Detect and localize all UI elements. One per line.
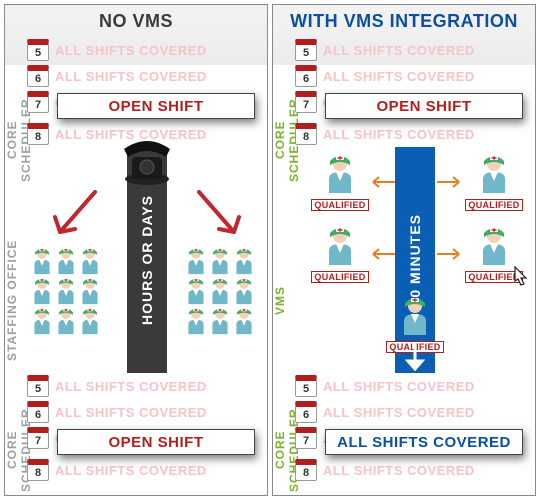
nurse-icon xyxy=(478,155,510,193)
schedule-row: 6 ALL SHIFTS COVERED xyxy=(27,63,261,89)
row-text: ALL SHIFTS COVERED xyxy=(55,405,207,420)
schedule-row: 8 ALL SHIFTS COVERED xyxy=(295,457,529,483)
nurse-icon xyxy=(185,247,207,275)
schedule-row: 5 ALL SHIFTS COVERED xyxy=(27,37,261,63)
orange-arrow-icon xyxy=(435,175,465,189)
nurse-icon xyxy=(55,247,77,275)
qualified-candidate-selected[interactable]: QUALIFIED xyxy=(459,227,529,285)
nurse-icon xyxy=(233,307,255,335)
nurse-icon xyxy=(55,307,77,335)
calendar-icon: 5 xyxy=(27,39,49,61)
nurse-group-right xyxy=(185,247,263,335)
red-arrow-icon xyxy=(45,187,105,247)
qualified-candidate: QUALIFIED xyxy=(459,155,529,213)
row-text: ALL SHIFTS COVERED xyxy=(323,405,475,420)
side-label-vms: VMS xyxy=(273,225,287,375)
row-text: ALL SHIFTS COVERED xyxy=(55,463,207,478)
orange-arrow-icon xyxy=(367,247,397,261)
calendar-icon: 8 xyxy=(27,459,49,481)
left-mid: HOURS OR DAYS xyxy=(27,147,267,373)
nurse-icon xyxy=(233,247,255,275)
white-down-arrow-icon xyxy=(405,347,425,371)
left-rows-top: 5ALL SHIFTS COVERED 6ALL SHIFTS COVERED … xyxy=(27,37,261,147)
panel-no-vms: NO VMS CORE SCHEDULER STAFFING OFFICE CO… xyxy=(4,4,268,496)
calendar-icon: 5 xyxy=(295,39,317,61)
right-rows-top: 5ALL SHIFTS COVERED 6ALL SHIFTS COVERED … xyxy=(295,37,529,147)
schedule-row: 5 ALL SHIFTS COVERED xyxy=(295,37,529,63)
nurse-icon xyxy=(209,247,231,275)
nurse-icon xyxy=(31,247,53,275)
qualified-candidate: QUALIFIED xyxy=(305,227,375,285)
nurse-icon xyxy=(209,307,231,335)
nurse-icon xyxy=(31,307,53,335)
calendar-icon: 7 xyxy=(27,91,49,113)
calendar-icon: 6 xyxy=(27,65,49,87)
right-rows-bot: 5ALL SHIFTS COVERED 6ALL SHIFTS COVERED … xyxy=(295,373,529,483)
qualified-label: QUALIFIED xyxy=(465,199,522,211)
side-label-staffing-office: STAFFING OFFICE xyxy=(5,225,19,375)
nurse-icon xyxy=(233,277,255,305)
qualified-label: QUALIFIED xyxy=(311,199,368,211)
nurse-icon xyxy=(79,277,101,305)
row-text: ALL SHIFTS COVERED xyxy=(55,69,207,84)
nurse-icon xyxy=(324,155,356,193)
orange-arrow-icon xyxy=(367,175,397,189)
calendar-icon: 7 xyxy=(295,427,317,449)
calendar-icon: 6 xyxy=(295,65,317,87)
nurse-icon xyxy=(79,307,101,335)
phone-icon xyxy=(120,139,174,187)
red-arrow-icon xyxy=(189,187,249,247)
schedule-row: 5 ALL SHIFTS COVERED xyxy=(27,373,261,399)
left-rows-bot: 5ALL SHIFTS COVERED 6ALL SHIFTS COVERED … xyxy=(27,373,261,483)
row-text: ALL SHIFTS COVERED xyxy=(323,127,475,142)
open-shift-callout: OPEN SHIFT xyxy=(57,93,255,119)
all-shifts-covered-callout: ALL SHIFTS COVERED xyxy=(325,429,523,455)
nurse-icon xyxy=(209,277,231,305)
calendar-icon: 5 xyxy=(295,375,317,397)
schedule-row: 8 ALL SHIFTS COVERED xyxy=(295,121,529,147)
calendar-icon: 8 xyxy=(27,123,49,145)
schedule-row: 8 ALL SHIFTS COVERED xyxy=(27,457,261,483)
nurse-group-left xyxy=(31,247,109,335)
nurse-icon xyxy=(478,227,510,265)
calendar-icon: 8 xyxy=(295,459,317,481)
nurse-icon xyxy=(324,227,356,265)
row-text: ALL SHIFTS COVERED xyxy=(323,69,475,84)
nurse-icon xyxy=(55,277,77,305)
orange-arrow-icon xyxy=(435,247,465,261)
calendar-icon: 7 xyxy=(27,427,49,449)
schedule-row: 6 ALL SHIFTS COVERED xyxy=(295,399,529,425)
nurse-icon xyxy=(31,277,53,305)
row-text: ALL SHIFTS COVERED xyxy=(55,43,207,58)
panel-with-vms: WITH VMS INTEGRATION CORE SCHEDULER VMS … xyxy=(272,4,536,496)
nurse-icon xyxy=(185,277,207,305)
nurse-icon xyxy=(399,297,431,335)
row-text: ALL SHIFTS COVERED xyxy=(323,463,475,478)
qualified-label: QUALIFIED xyxy=(311,271,368,283)
nurse-icon xyxy=(185,307,207,335)
schedule-row: 6 ALL SHIFTS COVERED xyxy=(295,63,529,89)
row-text: ALL SHIFTS COVERED xyxy=(323,379,475,394)
open-shift-callout: OPEN SHIFT xyxy=(325,93,523,119)
qualified-candidate: QUALIFIED xyxy=(305,155,375,213)
calendar-icon: 7 xyxy=(295,91,317,113)
nurse-icon xyxy=(79,247,101,275)
calendar-icon: 5 xyxy=(27,375,49,397)
calendar-icon: 6 xyxy=(27,401,49,423)
row-text: ALL SHIFTS COVERED xyxy=(55,379,207,394)
cursor-icon xyxy=(509,265,531,291)
right-mid: 10 MINUTES QUALIFIED QUALIFIED QUALIFIED… xyxy=(295,147,535,373)
panel-title-right: WITH VMS INTEGRATION xyxy=(273,5,535,37)
panel-title-left: NO VMS xyxy=(5,5,267,37)
pillar-label: HOURS OR DAYS xyxy=(139,195,155,325)
calendar-icon: 6 xyxy=(295,401,317,423)
open-shift-callout: OPEN SHIFT xyxy=(57,429,255,455)
calendar-icon: 8 xyxy=(295,123,317,145)
schedule-row: 6 ALL SHIFTS COVERED xyxy=(27,399,261,425)
schedule-row: 5 ALL SHIFTS COVERED xyxy=(295,373,529,399)
pillar-label: 10 MINUTES xyxy=(407,214,423,306)
diagram-stage: NO VMS CORE SCHEDULER STAFFING OFFICE CO… xyxy=(0,0,540,500)
row-text: ALL SHIFTS COVERED xyxy=(323,43,475,58)
